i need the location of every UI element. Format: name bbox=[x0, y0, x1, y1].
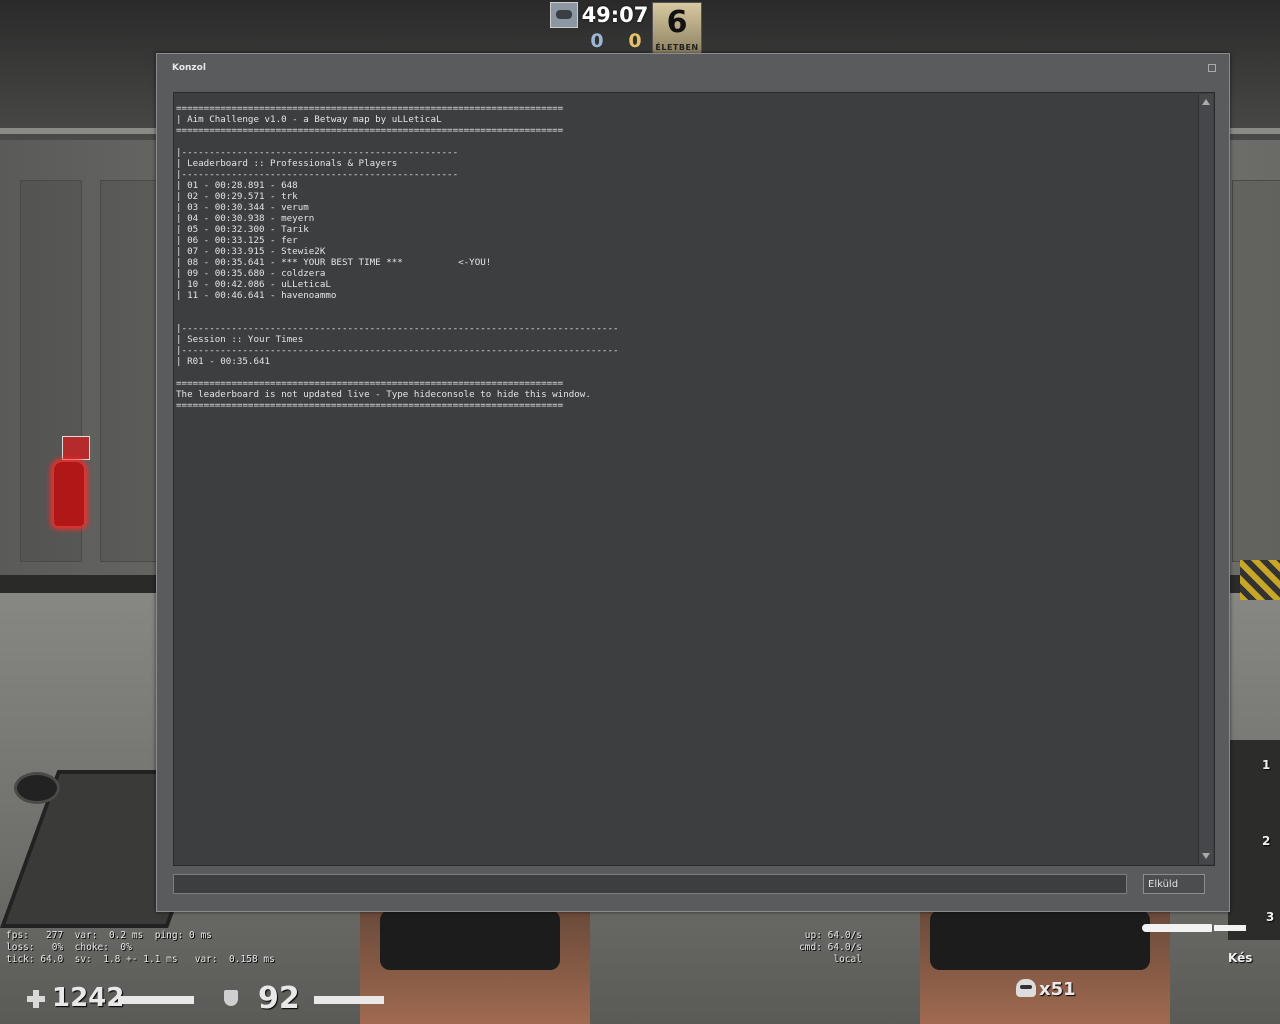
console-line: | Session :: Your Times bbox=[176, 334, 304, 345]
netgraph-line: up: 64.0/s bbox=[804, 930, 862, 941]
console-scrollbar[interactable] bbox=[1198, 94, 1213, 864]
console-line: ========================================… bbox=[176, 125, 564, 136]
armor-shield-icon bbox=[224, 990, 238, 1006]
fire-extinguisher bbox=[54, 462, 84, 526]
alive-badge: 6 ÉLETBEN bbox=[652, 2, 702, 54]
armor-value: 92 bbox=[258, 981, 300, 1016]
console-line: | 05 - 00:32.300 - Tarik bbox=[176, 224, 309, 235]
console-line: | R01 - 00:35.641 bbox=[176, 356, 271, 367]
console-log: ========================================… bbox=[176, 103, 1186, 863]
maximize-icon[interactable] bbox=[1208, 64, 1216, 72]
console-line: | 01 - 00:28.891 - 648 bbox=[176, 180, 298, 191]
console-line: |---------------------------------------… bbox=[176, 147, 459, 158]
console-line: ========================================… bbox=[176, 378, 564, 389]
health-cross-icon bbox=[27, 990, 45, 1008]
weapon-name: Kés bbox=[1228, 951, 1253, 965]
knife-handle bbox=[1214, 925, 1246, 931]
knife-blade bbox=[1142, 924, 1212, 932]
console-line: | 02 - 00:29.571 - trk bbox=[176, 191, 298, 202]
skull-icon bbox=[1016, 979, 1036, 997]
right-glove bbox=[930, 910, 1150, 970]
armor-bar bbox=[314, 996, 384, 1004]
netgraph-line: tick: 64.0 sv: 1.8 +- 1.1 ms var: 0.158 … bbox=[6, 954, 275, 965]
console-line: | 10 - 00:42.086 - uLLeticaL bbox=[176, 279, 331, 290]
console-output[interactable]: ========================================… bbox=[173, 92, 1215, 866]
hazard-stripe bbox=[1240, 560, 1280, 600]
weapon-slot-2: 2 bbox=[1262, 834, 1271, 848]
console-line: ========================================… bbox=[176, 400, 564, 411]
ct-score: 0 bbox=[590, 30, 604, 52]
console-title: Konzol bbox=[172, 63, 206, 73]
t-score: 0 bbox=[628, 30, 642, 52]
score-hud: 49:07 0 0 6 ÉLETBEN bbox=[550, 0, 702, 54]
console-line: ========================================… bbox=[176, 103, 564, 114]
wall-panel bbox=[100, 180, 162, 562]
ceiling-beam bbox=[1228, 128, 1280, 134]
console-line: |---------------------------------------… bbox=[176, 345, 619, 356]
console-line: | 06 - 00:33.125 - fer bbox=[176, 235, 298, 246]
wall-panel bbox=[1232, 180, 1280, 562]
console-line: | 04 - 00:30.938 - meyern bbox=[176, 213, 315, 224]
console-line: | 09 - 00:35.680 - coldzera bbox=[176, 268, 326, 279]
console-line: The leaderboard is not updated live - Ty… bbox=[176, 389, 591, 400]
netgraph-left: fps: 277 var: 0.2 ms ping: 0 ms loss: 0% … bbox=[6, 930, 306, 966]
console-command-input[interactable] bbox=[173, 874, 1127, 894]
console-line: |---------------------------------------… bbox=[176, 169, 459, 180]
console-line: | Aim Challenge v1.0 - a Betway map by u… bbox=[176, 114, 442, 125]
console-titlebar[interactable]: Konzol bbox=[157, 54, 1229, 80]
console-line: | 03 - 00:30.344 - verum bbox=[176, 202, 309, 213]
submit-button[interactable]: Elküld bbox=[1143, 874, 1205, 894]
extinguisher-sign bbox=[62, 436, 90, 460]
weapon-slot-1: 1 bbox=[1262, 758, 1271, 772]
round-timer: 49:07 bbox=[581, 3, 649, 27]
netgraph-right: up: 64.0/s cmd: 64.0/s local bbox=[760, 930, 862, 966]
alive-count: 6 bbox=[666, 5, 688, 40]
health-bar bbox=[118, 996, 194, 1004]
console-line: | Leaderboard :: Professionals & Players bbox=[176, 158, 398, 169]
left-glove bbox=[380, 910, 560, 970]
weapon-slot-3: 3 bbox=[1266, 910, 1275, 924]
health-value: 1242 bbox=[52, 983, 125, 1013]
console-line: | 08 - 00:35.641 - *** YOUR BEST TIME **… bbox=[176, 257, 492, 268]
netgraph-line: fps: 277 var: 0.2 ms ping: 0 ms bbox=[6, 930, 212, 941]
kill-count: x51 bbox=[1039, 979, 1076, 1000]
team-ct-icon bbox=[550, 2, 578, 28]
scroll-down-icon[interactable] bbox=[1202, 853, 1210, 859]
netgraph-line: cmd: 64.0/s bbox=[799, 942, 862, 953]
scroll-up-icon[interactable] bbox=[1202, 99, 1210, 105]
console-line: |---------------------------------------… bbox=[176, 323, 619, 334]
netgraph-line: local bbox=[833, 954, 862, 965]
floor-button bbox=[14, 772, 60, 804]
console-line: | 07 - 00:33.915 - Stewie2K bbox=[176, 246, 326, 257]
knife-icon bbox=[1142, 924, 1246, 934]
console-line: | 11 - 00:46.641 - havenoammo bbox=[176, 290, 337, 301]
ceiling-beam bbox=[0, 128, 160, 134]
alive-label: ÉLETBEN bbox=[655, 43, 699, 52]
console-window[interactable]: Konzol =================================… bbox=[156, 53, 1230, 912]
netgraph-line: loss: 0% choke: 0% bbox=[6, 942, 132, 953]
